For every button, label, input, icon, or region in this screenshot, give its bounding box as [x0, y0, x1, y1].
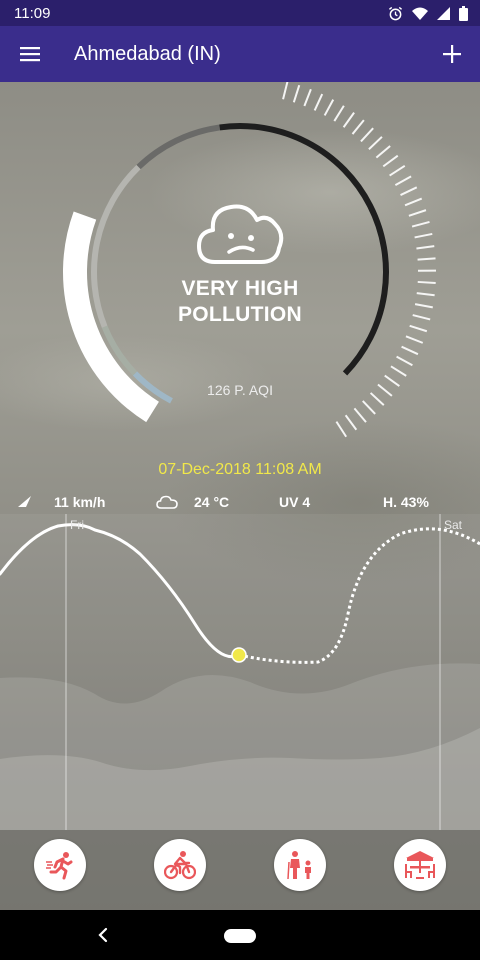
gauge-tick [412, 314, 431, 321]
gauge-segment-very-unhealthy [136, 124, 221, 170]
updated-datetime: 07-Dec-2018 11:08 AM [158, 461, 322, 478]
current-point [231, 647, 247, 663]
aqi-gauge [63, 82, 437, 438]
gauge-tick [390, 365, 407, 377]
running-button[interactable] [34, 839, 86, 891]
status-time: 11:09 [14, 4, 51, 22]
gauge-tick [414, 303, 433, 309]
system-nav-bar [0, 910, 480, 960]
gauge-tick [313, 93, 324, 111]
elderly-children-button[interactable] [274, 839, 326, 891]
battery-icon [459, 5, 468, 21]
gauge-tick [351, 119, 365, 135]
gauge-tick [408, 209, 427, 217]
temperature-info: 24 °C [156, 494, 229, 510]
main-content: VERY HIGH POLLUTION 126 P. AQI 07-Dec-20… [0, 82, 480, 910]
pollution-status-line1: VERY HIGH [181, 277, 299, 300]
cycling-button[interactable] [154, 839, 206, 891]
gauge-tick [417, 257, 436, 261]
status-icons [388, 5, 468, 21]
gauge-tick [404, 197, 423, 207]
city-title[interactable]: Ahmedabad (IN) [74, 43, 424, 66]
family-icon [287, 851, 311, 880]
table-umbrella-icon [405, 851, 435, 879]
pollution-status: VERY HIGH POLLUTION [100, 276, 380, 328]
home-button[interactable] [224, 929, 256, 943]
gauge-tick [333, 105, 345, 122]
gauge-tick [409, 324, 428, 333]
sad-cloud-icon [197, 204, 284, 264]
activity-bar [0, 830, 480, 910]
wind-speed: 11 km/h [54, 494, 106, 510]
humidity-value: H. 43% [383, 494, 429, 510]
menu-button[interactable] [0, 26, 60, 82]
gauge-tick [417, 280, 436, 284]
gauge-tick [414, 232, 433, 239]
gauge-tick [400, 186, 418, 196]
gauge-tick [405, 335, 424, 344]
wind-info: 11 km/h [18, 494, 105, 510]
gauge-tick [396, 355, 413, 367]
day-label-sat: Sat [444, 518, 463, 532]
gauge-tick [282, 82, 289, 100]
gauge-tick [362, 400, 376, 415]
gauge-tick [344, 414, 358, 431]
back-icon[interactable] [92, 923, 116, 947]
day-label-fri: Fri [70, 518, 84, 532]
gauge-tick [377, 383, 393, 397]
gauge-tick [416, 245, 435, 250]
gauge-tick [384, 374, 400, 387]
gauge-tick [394, 175, 412, 187]
add-icon [443, 45, 461, 63]
uv-value: UV 4 [279, 494, 311, 510]
weather-summary: 11 km/h 24 °C UV 4 H. 43% [0, 490, 480, 514]
status-bar: 11:09 [0, 0, 480, 26]
cycling-icon [164, 851, 196, 880]
menu-icon [20, 47, 40, 62]
add-city-button[interactable] [424, 26, 480, 82]
gauge-tick [416, 292, 435, 297]
gauge-tick [375, 145, 391, 159]
gauge-tick [353, 407, 367, 423]
temperature-value: 24 °C [194, 494, 230, 510]
gauge-tick [360, 127, 374, 143]
gauge-tick [292, 84, 301, 103]
gauge-tick [335, 421, 348, 438]
humidity-info: H. 43% [383, 494, 429, 510]
running-icon [46, 852, 73, 880]
gauge-tick [368, 136, 383, 150]
outdoor-dining-button[interactable] [394, 839, 446, 891]
signal-icon [437, 6, 450, 20]
gauge-tick [303, 88, 312, 107]
wifi-icon [412, 7, 428, 20]
pollution-status-line2: POLLUTION [177, 303, 303, 326]
gauge-tick [342, 112, 355, 128]
wind-direction-icon [18, 496, 31, 507]
gauge-tick [401, 345, 419, 356]
cloud-icon [156, 495, 178, 509]
forecast-graph[interactable] [0, 514, 480, 830]
gauge-tick [382, 154, 399, 168]
gauge-tick [389, 164, 406, 177]
alarm-icon [388, 6, 403, 20]
gauge-tick [369, 392, 385, 406]
aqi-value: 126 P. AQI [207, 382, 273, 398]
app-bar: Ahmedabad (IN) [0, 26, 480, 82]
uv-info: UV 4 [279, 494, 310, 510]
gauge-tick [323, 99, 335, 116]
gauge-tick [411, 220, 430, 228]
